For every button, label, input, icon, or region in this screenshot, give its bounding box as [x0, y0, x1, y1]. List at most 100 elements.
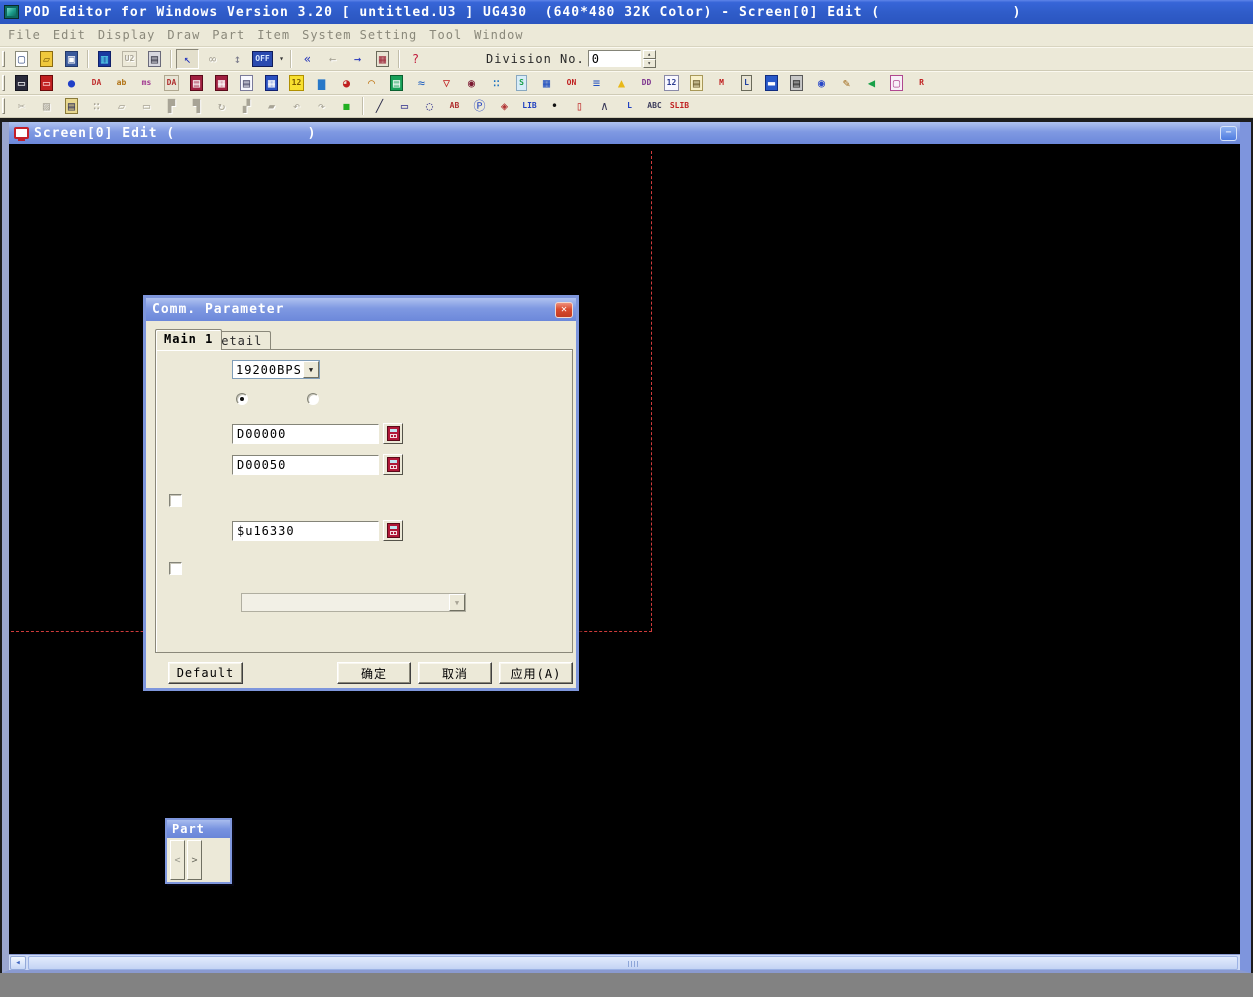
paste-icon[interactable]: ▤: [60, 96, 83, 116]
menu-edit[interactable]: Edit: [51, 26, 96, 44]
menu-item[interactable]: Item: [255, 26, 300, 44]
save-icon[interactable]: ▣: [60, 49, 83, 69]
data-display-icon[interactable]: DA: [85, 73, 108, 93]
use-ethernet-checkbox[interactable]: [169, 562, 182, 575]
library-icon[interactable]: LIB: [518, 96, 541, 116]
division-no-input[interactable]: [588, 50, 641, 67]
prev-screen-icon[interactable]: «: [296, 49, 319, 69]
cancel-button[interactable]: 取消: [418, 662, 492, 684]
message-list-icon[interactable]: ≡: [585, 73, 608, 93]
help-icon[interactable]: ?: [404, 49, 427, 69]
app-titlebar[interactable]: POD Editor for Windows Version 3.20 [ un…: [0, 0, 1253, 24]
step-ruler-icon[interactable]: L: [618, 96, 641, 116]
select-arrow-icon[interactable]: ↖: [176, 49, 199, 69]
default-button[interactable]: Default: [168, 662, 243, 684]
ellipse-tool-icon[interactable]: ◌: [418, 96, 441, 116]
abc-def-icon[interactable]: ABC: [643, 96, 666, 116]
read-area-address-button[interactable]: [383, 423, 403, 444]
menu-draw[interactable]: Draw: [165, 26, 210, 44]
statistic-graph-icon[interactable]: ◉: [460, 73, 483, 93]
rs422-radio[interactable]: [307, 393, 319, 405]
message-part-icon[interactable]: ●: [60, 73, 83, 93]
data-block-icon[interactable]: DA: [160, 73, 183, 93]
calendar-address-button[interactable]: [383, 520, 403, 541]
write-input[interactable]: [232, 455, 379, 475]
keypad-entry-icon[interactable]: ▤: [185, 73, 208, 93]
scroll-left-button[interactable]: ◂: [10, 956, 26, 970]
new-file-icon[interactable]: ▢: [10, 49, 33, 69]
part-titlebar[interactable]: Part: [167, 820, 230, 838]
switch-part-icon[interactable]: ▭: [10, 73, 33, 93]
macro-icon[interactable]: M: [710, 73, 733, 93]
menu-tool[interactable]: Tool: [427, 26, 472, 44]
overlap-grid-icon[interactable]: ▦: [371, 49, 394, 69]
alarm-part-icon[interactable]: ▽: [435, 73, 458, 93]
menu-file[interactable]: File: [6, 26, 51, 44]
l-frame-icon[interactable]: L: [735, 73, 758, 93]
menu-system-setting[interactable]: System Setting: [300, 26, 427, 44]
page-edit-icon[interactable]: ✎: [835, 73, 858, 93]
trend-graph-icon[interactable]: ≈: [410, 73, 433, 93]
toolbar-handle[interactable]: [2, 51, 5, 67]
onoff-display-icon[interactable]: ON: [560, 73, 583, 93]
num-table-icon[interactable]: ▦: [260, 73, 283, 93]
dialog-titlebar[interactable]: Comm. Parameter ✕: [146, 298, 576, 321]
video-icon[interactable]: ◉: [810, 73, 833, 93]
rect-tool-icon[interactable]: ▭: [393, 96, 416, 116]
menu-display[interactable]: Display: [96, 26, 166, 44]
keyboard-icon[interactable]: ▤: [785, 73, 808, 93]
rs232c-radio[interactable]: [236, 393, 248, 405]
memo-pad-icon[interactable]: ▤: [235, 73, 258, 93]
toolbar-handle[interactable]: [2, 98, 5, 114]
data-sheet-icon[interactable]: ▤: [385, 73, 408, 93]
memo-doc-icon[interactable]: ▢: [885, 73, 908, 93]
alarm-bell-icon[interactable]: ▲: [610, 73, 633, 93]
read-area-input[interactable]: [232, 424, 379, 444]
part-next-button[interactable]: >: [187, 840, 202, 880]
line-tool-icon[interactable]: ╱: [368, 96, 391, 116]
pie-graph-icon[interactable]: ◕: [335, 73, 358, 93]
chevron-down-icon[interactable]: ▼: [303, 361, 319, 378]
sound-icon[interactable]: ◀: [860, 73, 883, 93]
off-switch-icon-dropdown[interactable]: ▾: [276, 49, 287, 69]
fill-tool-icon[interactable]: ◈: [493, 96, 516, 116]
next-arrow-icon[interactable]: →: [346, 49, 369, 69]
spinner-up-button[interactable]: ▴: [643, 50, 656, 59]
screen-library-icon[interactable]: SLIB: [668, 96, 691, 116]
paint-p-icon[interactable]: Ⓟ: [468, 96, 491, 116]
vruler-icon[interactable]: ▯: [568, 96, 591, 116]
menu-part[interactable]: Part: [210, 26, 255, 44]
calendar-input[interactable]: [232, 521, 379, 541]
spinner-down-button[interactable]: ▾: [643, 59, 656, 68]
part-prev-button[interactable]: <: [170, 840, 185, 880]
recipe-icon[interactable]: R: [910, 73, 933, 93]
dot-tool-icon[interactable]: •: [543, 96, 566, 116]
print-icon[interactable]: ▤: [143, 49, 166, 69]
toolbar-handle[interactable]: [2, 75, 5, 91]
ug200-compatible-checkbox[interactable]: [169, 494, 182, 507]
screen-edit-titlebar[interactable]: Screen[0] Edit ( ) −: [9, 122, 1240, 144]
scrollbar-thumb[interactable]: [28, 956, 1238, 970]
open-folder-icon[interactable]: ▱: [35, 49, 58, 69]
close-icon[interactable]: ✕: [555, 302, 573, 318]
write-address-button[interactable]: [383, 454, 403, 475]
text-display-icon[interactable]: ab: [110, 73, 133, 93]
baud-rate-combobox[interactable]: 19200BPS ▼: [232, 360, 320, 379]
transfer-icon[interactable]: ↕: [226, 49, 249, 69]
angle-icon[interactable]: ∧: [593, 96, 616, 116]
apply-button[interactable]: 应用(A): [499, 662, 573, 684]
sampling-icon[interactable]: S: [510, 73, 533, 93]
memo-edit-icon[interactable]: ▤: [685, 73, 708, 93]
lamp-part-icon[interactable]: ▭: [35, 73, 58, 93]
calendar-12-icon[interactable]: 12: [285, 73, 308, 93]
menu-window[interactable]: Window: [472, 26, 533, 44]
data-table-icon[interactable]: ▦: [535, 73, 558, 93]
keypad-display-icon[interactable]: ▦: [210, 73, 233, 93]
tab-main1[interactable]: Main 1: [155, 329, 222, 350]
meter-icon[interactable]: ◠: [360, 73, 383, 93]
bar-graph-icon[interactable]: ▆: [310, 73, 333, 93]
date-display-icon[interactable]: DD: [635, 73, 658, 93]
ok-button[interactable]: 确定: [337, 662, 411, 684]
ms-display-icon[interactable]: ms: [135, 73, 158, 93]
minimize-button[interactable]: −: [1220, 126, 1237, 141]
